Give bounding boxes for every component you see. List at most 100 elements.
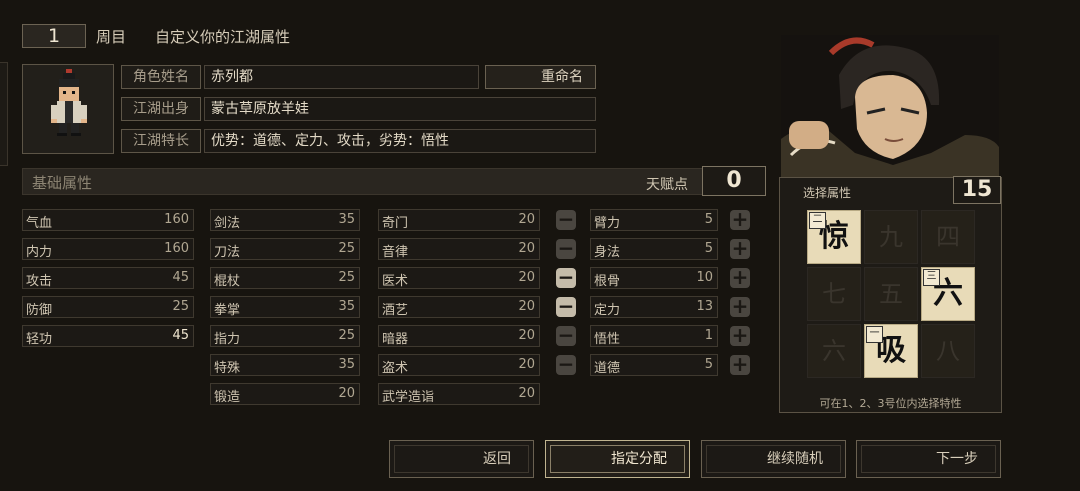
- attr-anqi: 暗器 20: [378, 325, 540, 347]
- slot-tag: 三: [923, 269, 940, 286]
- attr-bili: 臂力 5: [590, 209, 718, 231]
- plus-button[interactable]: +: [730, 209, 750, 230]
- trait-cell[interactable]: 九: [864, 210, 918, 264]
- attr-name: 轻功: [26, 332, 53, 347]
- attr-name: 盗术: [382, 361, 409, 376]
- trait-cell[interactable]: 六: [807, 324, 861, 378]
- cycle-label: 周目: [96, 28, 127, 46]
- attr-daoshu: 盗术 20: [378, 354, 540, 376]
- attr-value: 13: [696, 299, 713, 314]
- selector-title: 选择属性: [803, 186, 852, 200]
- trait-cell[interactable]: 六三: [921, 267, 975, 321]
- trait-cell[interactable]: 惊二: [807, 210, 861, 264]
- trait-char: 四: [936, 223, 960, 251]
- trait-char: 七: [822, 280, 846, 308]
- attr-yinlv: 音律 20: [378, 238, 540, 260]
- attr-value: 160: [164, 241, 189, 256]
- attr-value: 20: [518, 357, 535, 372]
- minus-button[interactable]: −: [556, 354, 576, 375]
- slot-tag: 二: [809, 212, 826, 229]
- attr-value: 5: [704, 357, 713, 372]
- attr-name: 音律: [382, 245, 409, 260]
- origin-value: 蒙古草原放羊娃: [204, 97, 596, 121]
- trait-cell[interactable]: 四: [921, 210, 975, 264]
- attr-value: 25: [338, 328, 355, 343]
- origin-label: 江湖出身: [121, 97, 201, 121]
- attr-neili: 内力 160: [22, 238, 194, 260]
- attr-shenfa: 身法 5: [590, 238, 718, 260]
- trait-cell[interactable]: 五: [864, 267, 918, 321]
- attr-daode: 道德 5: [590, 354, 718, 376]
- attr-name: 身法: [594, 245, 621, 260]
- rename-button[interactable]: 重命名: [485, 65, 596, 89]
- trait-cell[interactable]: 吸一: [864, 324, 918, 378]
- reroll-button-label: 继续随机: [767, 451, 823, 467]
- attr-gengu: 根骨 10: [590, 267, 718, 289]
- attr-jiuyi: 酒艺 20: [378, 296, 540, 318]
- attr-name: 特殊: [214, 361, 241, 376]
- pixel-character-icon: [51, 69, 87, 136]
- attr-qimen: 奇门 20: [378, 209, 540, 231]
- character-portrait-icon: [781, 35, 999, 177]
- attr-daofa: 刀法 25: [210, 238, 360, 260]
- attr-value: 10: [696, 270, 713, 285]
- attr-name: 根骨: [594, 274, 621, 289]
- attr-name: 拳掌: [214, 303, 241, 318]
- attr-value: 20: [518, 299, 535, 314]
- plus-button[interactable]: +: [730, 267, 750, 288]
- attr-value: 20: [518, 270, 535, 285]
- attr-value: 25: [338, 241, 355, 256]
- attr-name: 奇门: [382, 216, 409, 231]
- minus-button[interactable]: −: [556, 209, 576, 230]
- attr-wuxing: 悟性 1: [590, 325, 718, 347]
- attr-dingli: 定力 13: [590, 296, 718, 318]
- attr-teshu: 特殊 35: [210, 354, 360, 376]
- name-label: 角色姓名: [121, 65, 201, 89]
- attr-value: 20: [518, 328, 535, 343]
- attr-name: 攻击: [26, 274, 53, 289]
- plus-button[interactable]: +: [730, 325, 750, 346]
- plus-button[interactable]: +: [730, 238, 750, 259]
- character-avatar: [22, 64, 114, 154]
- attr-name: 武学造诣: [382, 390, 435, 405]
- attr-gongji: 攻击 45: [22, 267, 194, 289]
- attr-value: 20: [338, 386, 355, 401]
- attr-value: 5: [704, 212, 713, 227]
- attr-name: 锻造: [214, 390, 241, 405]
- attr-qinggong: 轻功 45: [22, 325, 194, 347]
- plus-button[interactable]: +: [730, 296, 750, 317]
- next-button[interactable]: 下一步: [856, 440, 1001, 478]
- assign-button-label: 指定分配: [611, 451, 667, 467]
- attr-value: 160: [164, 212, 189, 227]
- minus-button[interactable]: −: [556, 325, 576, 346]
- side-drawer-tab[interactable]: [0, 62, 8, 166]
- name-value: 赤列都: [204, 65, 479, 89]
- cycle-number-box: 1: [22, 24, 86, 48]
- attr-zhili: 指力 25: [210, 325, 360, 347]
- attr-value: 20: [518, 386, 535, 401]
- attr-name: 气血: [26, 216, 53, 231]
- attr-value: 35: [338, 357, 355, 372]
- attr-value: 20: [518, 241, 535, 256]
- attr-value: 20: [518, 212, 535, 227]
- plus-button[interactable]: +: [730, 354, 750, 375]
- reroll-button[interactable]: 继续随机: [701, 440, 846, 478]
- assign-button[interactable]: 指定分配: [545, 440, 690, 478]
- attr-value: 35: [338, 299, 355, 314]
- slot-tag: 一: [866, 326, 883, 343]
- attr-duanzao: 锻造 20: [210, 383, 360, 405]
- minus-button[interactable]: −: [556, 267, 576, 288]
- attr-name: 内力: [26, 245, 53, 260]
- attr-value: 1: [704, 328, 713, 343]
- attr-name: 酒艺: [382, 303, 409, 318]
- minus-button[interactable]: −: [556, 238, 576, 259]
- trait-char: 六: [822, 337, 846, 365]
- talent-points-value: 0: [702, 166, 766, 196]
- minus-button[interactable]: −: [556, 296, 576, 317]
- trait-cell[interactable]: 七: [807, 267, 861, 321]
- attr-value: 25: [172, 299, 189, 314]
- back-button[interactable]: 返回: [389, 440, 534, 478]
- trait-cell[interactable]: 八: [921, 324, 975, 378]
- trait-char: 九: [879, 223, 903, 251]
- trait-value: 优势：道德、定力、攻击，劣势：悟性: [204, 129, 596, 153]
